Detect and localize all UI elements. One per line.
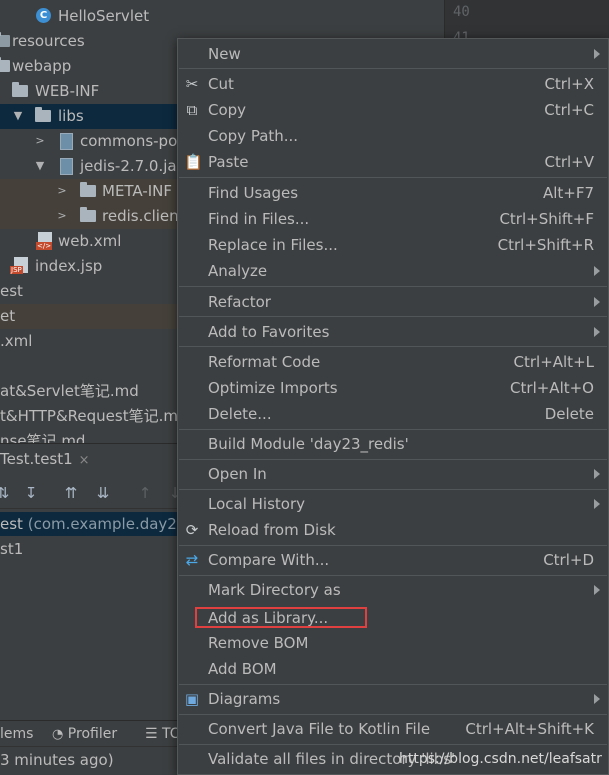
test-method-name: st1 [0,540,24,558]
submenu-arrow-icon [594,297,600,307]
menu-item-remove-bom[interactable]: Remove BOM [178,630,608,656]
run-toolbar: ⇅ ↧ ⇈ ⇊ ↑ ↓ [0,478,190,509]
profiler-tool-button[interactable]: ◔ Profiler [52,721,117,747]
diagram-icon: ▣ [184,690,200,708]
submenu-arrow-icon [594,266,600,276]
test-class-name: est [0,515,23,533]
menu-item-reload-from-disk[interactable]: ⟳ Reload from Disk [178,517,608,543]
menu-item-refactor[interactable]: Refactor [178,289,608,315]
menu-separator [179,714,607,715]
status-message: 3 minutes ago) [0,751,114,769]
menu-item-reformat-code[interactable]: Reformat Code Ctrl+Alt+L [178,349,608,375]
run-panel: Test.test1 × ⇅ ↧ ⇈ ⇊ ↑ ↓ est (com.example… [0,443,190,719]
menu-item-add-to-favorites[interactable]: Add to Favorites [178,319,608,345]
sort-icon[interactable]: ⇅ [0,484,12,502]
context-menu: New ✂ Cut Ctrl+X ⧉ Copy Ctrl+C Copy Path… [177,38,609,775]
menu-item-add-bom[interactable]: Add BOM [178,656,608,682]
expand-all-icon[interactable]: ⇈ [62,484,80,502]
clipboard-icon: 📋 [184,153,203,171]
test-result-class[interactable]: est (com.example.day23 [0,512,190,536]
menu-item-optimize-imports[interactable]: Optimize Imports Ctrl+Alt+O [178,375,608,401]
chevron-down-icon[interactable]: ▼ [12,109,24,123]
menu-separator [179,459,607,460]
jsp-file-icon [10,257,30,274]
folder-icon [0,32,10,48]
run-tab[interactable]: Test.test1 × [0,444,186,474]
menu-item-compare-with[interactable]: ⇄ Compare With... Ctrl+D [178,547,608,573]
menu-item-copy[interactable]: ⧉ Copy Ctrl+C [178,97,608,123]
menu-item-convert-to-kotlin[interactable]: Convert Java File to Kotlin File Ctrl+Al… [178,716,608,742]
copy-icon: ⧉ [186,101,198,119]
folder-icon [35,107,51,123]
submenu-arrow-icon [594,49,600,59]
menu-separator [179,489,607,490]
submenu-arrow-icon [594,694,600,704]
todo-tool-button[interactable]: ☰ TC [145,721,180,747]
submenu-arrow-icon [594,469,600,479]
menu-separator [179,684,607,685]
folder-icon [0,57,10,73]
scissors-icon: ✂ [185,75,199,93]
watermark: https://blog.csdn.net/leafsatr [399,751,602,767]
highlight-box [195,607,367,628]
menu-separator [179,545,607,546]
line-number: 40 [453,4,470,20]
class-icon: C [36,8,52,23]
menu-item-paste[interactable]: 📋 Paste Ctrl+V [178,149,608,175]
menu-separator [179,346,607,347]
tree-item-helloservlet[interactable]: C HelloServlet [0,4,432,29]
collapse-all-icon[interactable]: ⇊ [94,484,112,502]
close-icon[interactable]: × [79,453,90,468]
menu-separator [179,68,607,69]
menu-item-delete[interactable]: Delete... Delete [178,401,608,427]
submenu-arrow-icon [594,327,600,337]
submenu-arrow-icon [594,585,600,595]
compare-icon: ⇄ [185,551,199,569]
folder-icon [80,207,96,223]
menu-item-diagrams[interactable]: ▣ Diagrams [178,686,608,712]
menu-separator [179,316,607,317]
chevron-down-icon[interactable]: ▼ [34,159,46,173]
chevron-right-icon[interactable]: > [56,209,68,223]
folder-icon [80,182,96,198]
editor-gutter: 40 41 [444,0,609,46]
problems-tool-button[interactable]: lems [0,721,33,747]
menu-separator [179,575,607,576]
menu-item-analyze[interactable]: Analyze [178,258,608,284]
menu-separator [179,429,607,430]
run-tab-label: Test.test1 [0,450,73,468]
folder-icon [12,82,28,98]
xml-file-icon [36,232,54,250]
test-class-package: (com.example.day23 [27,515,187,533]
menu-item-copy-path[interactable]: Copy Path... [178,123,608,149]
menu-item-build-module[interactable]: Build Module 'day23_redis' [178,431,608,457]
menu-item-replace-in-files[interactable]: Replace in Files... Ctrl+Shift+R [178,232,608,258]
refresh-icon: ⟳ [185,521,199,539]
test-result-method[interactable]: st1 [0,537,190,561]
menu-item-mark-directory-as[interactable]: Mark Directory as [178,577,608,603]
menu-item-local-history[interactable]: Local History [178,491,608,517]
menu-item-find-usages[interactable]: Find Usages Alt+F7 [178,180,608,206]
menu-separator [179,177,607,178]
submenu-arrow-icon [594,499,600,509]
sort-by-duration-icon[interactable]: ↧ [22,484,40,502]
list-icon: ☰ [145,726,158,742]
menu-separator [179,286,607,287]
jar-icon [58,158,74,175]
menu-item-open-in[interactable]: Open In [178,461,608,487]
chevron-right-icon[interactable]: > [56,184,68,198]
previous-test-icon[interactable]: ↑ [136,484,154,502]
menu-separator [179,744,607,745]
profiler-icon: ◔ [52,727,64,742]
menu-item-find-in-files[interactable]: Find in Files... Ctrl+Shift+F [178,206,608,232]
menu-item-cut[interactable]: ✂ Cut Ctrl+X [178,71,608,97]
jar-icon [58,133,74,150]
chevron-right-icon[interactable]: > [34,134,46,148]
menu-item-new[interactable]: New [178,41,608,67]
